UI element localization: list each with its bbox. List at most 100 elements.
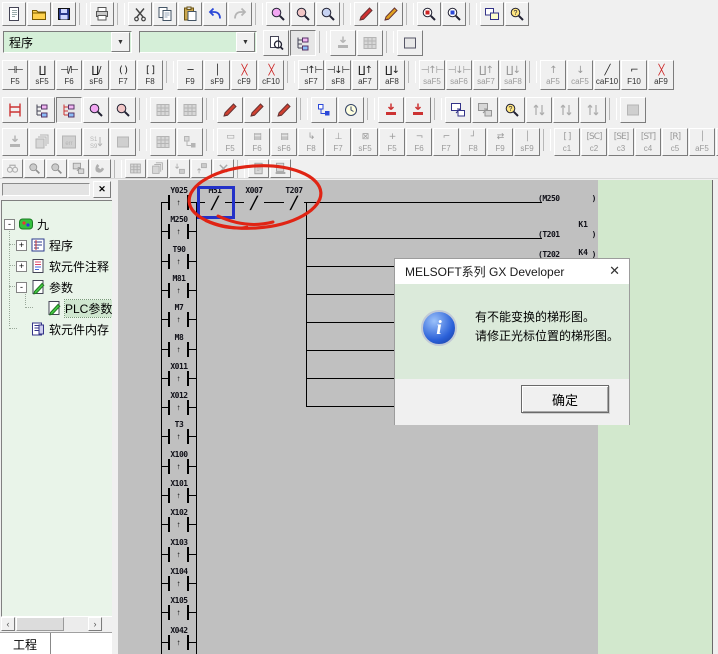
call-button[interactable] [90,159,111,178]
sort-1-button[interactable] [526,97,552,123]
doc-hand-button[interactable] [270,159,291,178]
contact-T90[interactable]: ↑ [168,254,189,269]
ladder-symbol-aF8-button[interactable]: ∐↓aF8 [379,60,405,90]
macro-b-button[interactable] [357,30,383,56]
ok-button[interactable]: 确定 [521,385,609,413]
ladder-symbol-c3-button[interactable]: [SE]c3 [608,128,634,156]
sort-2-button[interactable] [553,97,579,123]
mini-view-button[interactable] [620,97,646,123]
ladder-symbol-F6-button[interactable]: ¬F6 [406,128,432,156]
ladder-symbol-saF5-button[interactable]: ⊣↑⊢saF5 [419,60,445,90]
ladder-symbol-F7-button[interactable]: ( )F7 [110,60,136,90]
up-box-button[interactable] [191,159,212,178]
ladder-symbol-saF6-button[interactable]: ⊣↓⊢saF6 [446,60,472,90]
find-contact-button[interactable] [83,97,109,123]
stamp-b-button[interactable] [405,97,431,123]
window-jump-button[interactable] [445,97,471,123]
ladder-symbol-sF6-button[interactable]: ▤sF6 [271,128,297,156]
tree-item-九[interactable]: -九 [4,215,49,233]
stamp-a-button[interactable] [378,97,404,123]
ladder-symbol-caF10-button[interactable]: ╱caF10 [594,60,620,90]
ladder-mark-button[interactable] [354,2,378,26]
ladder-symbol-F9-button[interactable]: ─F9 [177,60,203,90]
contact-X104[interactable]: ↑ [168,576,189,591]
ladder-symbol-F6-button[interactable]: ▤F6 [244,128,270,156]
ladder-symbol-F5-button[interactable]: +F5 [379,128,405,156]
down-box-button[interactable] [169,159,190,178]
ladder-symbol-F9-button[interactable]: ⇄F9 [487,128,513,156]
ladder-symbol-F8-button[interactable]: ↳F8 [298,128,324,156]
contact-T3[interactable]: ↑ [168,429,189,444]
ladder-symbol-sF8-button[interactable]: ⊣↓⊢sF8 [325,60,351,90]
window-split-button[interactable] [480,2,504,26]
edit-cursor[interactable] [197,186,235,219]
project-tree-toggle-button[interactable] [290,30,316,56]
ladder-display-button[interactable] [2,97,28,123]
time-check-button[interactable] [338,97,364,123]
ladder-symbol-aF9-button[interactable]: ╳aF9 [648,60,674,90]
ladder-symbol-F10-button[interactable]: ⌐F10 [621,60,647,90]
expression-edit-button[interactable] [271,97,297,123]
monitor-stop-button[interactable] [177,97,203,123]
ladder-symbol-saF7-button[interactable]: ∐↑saF7 [473,60,499,90]
block-exchange-button[interactable] [311,97,337,123]
ladder-symbol-cF9-button[interactable]: ╳cF9 [231,60,257,90]
redo-button[interactable] [228,2,252,26]
collapse-icon[interactable]: - [16,282,27,293]
ladder-symbol-c4-button[interactable]: [ST]c4 [635,128,661,156]
ladder-symbol-F7-button[interactable]: ⊥F7 [325,128,351,156]
find-prev-button[interactable] [46,159,67,178]
ladder-symbol-aF5-button[interactable]: │aF5 [689,128,715,156]
tree-item-PLC参数[interactable]: PLC参数 [32,299,112,317]
ladder-symbol-F6-button[interactable]: ⊣/⊢F6 [56,60,82,90]
contact-M7[interactable]: ↑ [168,312,189,327]
ladder-symbol-sF5-button[interactable]: ⊠sF5 [352,128,378,156]
ladder-check-button[interactable]: ? [505,2,529,26]
ladder-symbol-saF8-button[interactable]: ∐↓saF8 [500,60,526,90]
cut-button[interactable] [128,2,152,26]
ladder-symbol-c5-button[interactable]: [R]c5 [662,128,688,156]
expand-icon[interactable]: + [16,261,27,272]
stamp-down-button[interactable] [2,128,28,156]
ladder-symbol-aF7-button[interactable]: ∐↑aF7 [352,60,378,90]
contact-X103[interactable]: ↑ [168,547,189,562]
help-find-button[interactable]: ? [499,97,525,123]
scroll-right-icon[interactable]: › [88,617,102,631]
jump-button[interactable] [68,159,89,178]
contact-M250[interactable]: ↑ [168,224,189,239]
ladder-symbol-c2-button[interactable]: [SC]c2 [581,128,607,156]
undo-button[interactable] [203,2,227,26]
delete-box-button[interactable] [213,159,234,178]
statement-tree-button[interactable] [56,97,82,123]
expand-icon[interactable]: + [16,240,27,251]
contact-M81[interactable]: ↑ [168,283,189,298]
tree-item-软元件内存[interactable]: 软元件内存 [16,320,109,338]
contact-X012[interactable]: ↑ [168,400,189,415]
copy-block-button[interactable] [29,128,55,156]
comment-tree-button[interactable] [29,97,55,123]
data-type-combo[interactable]: 程序 ▼ [3,31,132,53]
scroll-left-icon[interactable]: ‹ [1,617,15,631]
contact-X105[interactable]: ↑ [168,605,189,620]
label-mark-button[interactable] [379,2,403,26]
find-string-button[interactable] [316,2,340,26]
paste-button[interactable] [178,2,202,26]
contact-X011[interactable]: ↑ [168,371,189,386]
copy-stack-button[interactable] [147,159,168,178]
contact-Y025[interactable]: ↑ [168,195,189,210]
device-edit-button[interactable] [217,97,243,123]
coil-T201[interactable]: (T201) [538,230,596,239]
step-run-button[interactable]: S1S9 [83,128,109,156]
grid-view-button[interactable] [150,128,176,156]
panel-close-button[interactable]: ✕ [93,181,111,198]
scrollbar-thumb[interactable] [16,617,64,631]
ladder-symbol-F5-button[interactable]: ▭F5 [217,128,243,156]
ladder-symbol-sF7-button[interactable]: ⊣↑⊢sF7 [298,60,324,90]
ladder-symbol-sF9-button[interactable]: │sF9 [204,60,230,90]
contact-M8[interactable]: ↑ [168,342,189,357]
ladder-symbol-c1-button[interactable]: [ ]c1 [554,128,580,156]
device-test-button[interactable] [417,2,441,26]
find-next-button[interactable] [24,159,45,178]
chevron-down-icon[interactable]: ▼ [236,32,255,52]
tree-item-软元件注释[interactable]: +软元件注释 [16,257,109,275]
